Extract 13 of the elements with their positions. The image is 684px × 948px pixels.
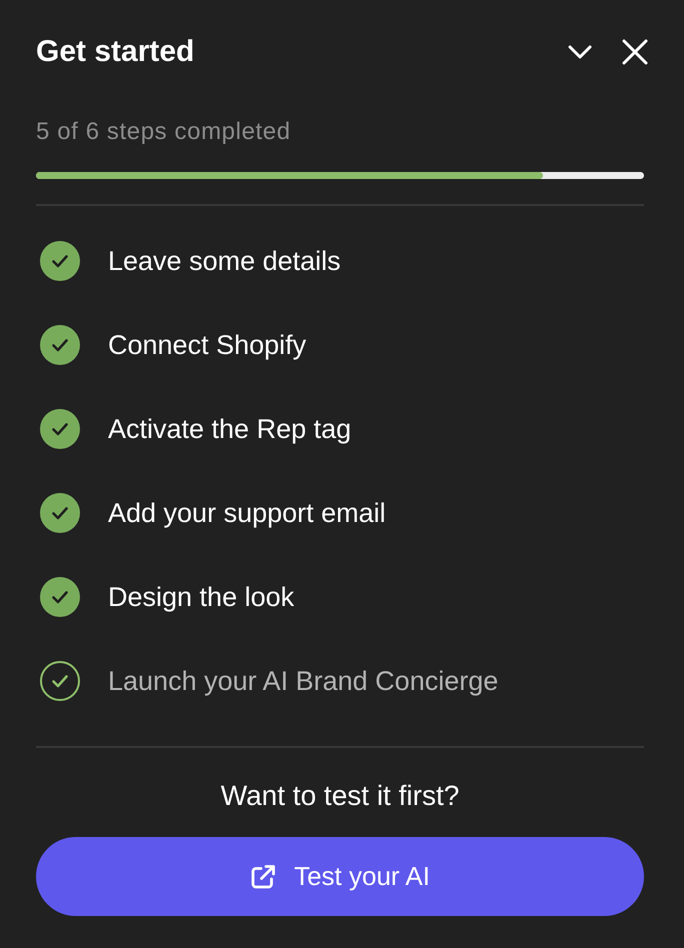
- step-label: Launch your AI Brand Concierge: [108, 665, 498, 698]
- step-label: Design the look: [108, 581, 294, 614]
- external-link-icon: [250, 864, 276, 890]
- step-label: Connect Shopify: [108, 329, 306, 362]
- step-label: Leave some details: [108, 245, 341, 278]
- panel-title: Get started: [36, 34, 194, 70]
- test-question: Want to test it first?: [220, 779, 460, 813]
- progress-label: 5 of 6 steps completed: [36, 117, 292, 147]
- collapse-chevron-icon[interactable]: [568, 45, 592, 59]
- test-ai-button[interactable]: Test your AI: [36, 837, 644, 916]
- step-label: Activate the Rep tag: [108, 413, 352, 446]
- step-label: Add your support email: [108, 497, 386, 530]
- close-icon[interactable]: [622, 39, 648, 65]
